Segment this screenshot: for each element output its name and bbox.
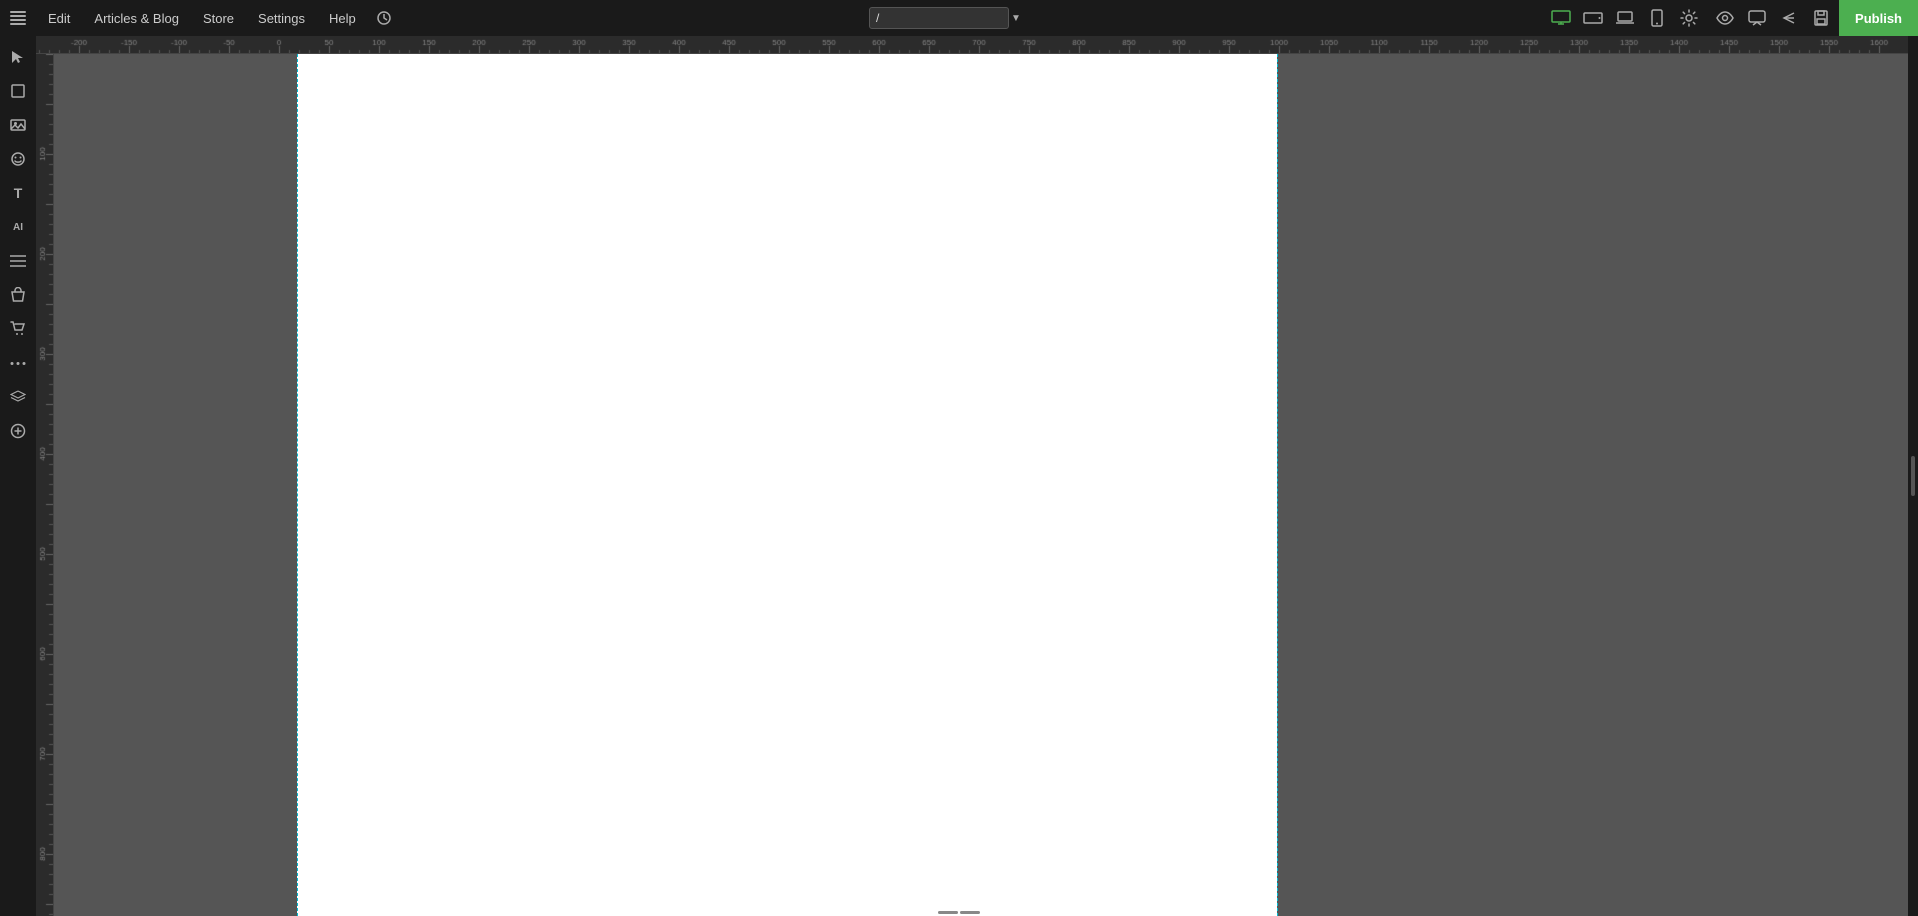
canvas-area[interactable] — [54, 54, 1908, 916]
vertical-ruler — [36, 54, 54, 916]
device-desktop[interactable] — [1547, 4, 1575, 32]
bottom-handle[interactable] — [929, 908, 989, 916]
menu-store[interactable]: Store — [191, 0, 246, 36]
tool-store[interactable] — [3, 280, 33, 310]
device-icons — [1547, 4, 1711, 32]
guide-line-left — [297, 54, 298, 916]
publish-button[interactable]: Publish — [1839, 0, 1918, 36]
bottom-handle-line-2 — [960, 911, 980, 914]
tool-section[interactable] — [3, 76, 33, 106]
menu-help[interactable]: Help — [317, 0, 368, 36]
device-tablet-landscape[interactable] — [1579, 4, 1607, 32]
tool-media[interactable] — [3, 110, 33, 140]
menu-edit[interactable]: Edit — [36, 0, 82, 36]
menu-settings[interactable]: Settings — [246, 0, 317, 36]
logo[interactable] — [0, 0, 36, 36]
tool-text[interactable]: T — [3, 178, 33, 208]
comments-icon[interactable] — [1743, 4, 1771, 32]
preview-icon[interactable] — [1711, 4, 1739, 32]
device-mobile[interactable] — [1643, 4, 1671, 32]
guide-line-right — [1277, 54, 1278, 916]
bottom-handle-line — [938, 911, 958, 914]
url-bar-container: ▼ — [869, 7, 1049, 29]
tool-add[interactable] — [3, 416, 33, 446]
tool-ai[interactable]: AI — [3, 212, 33, 242]
menu-articles[interactable]: Articles & Blog — [82, 0, 191, 36]
tool-layers[interactable] — [3, 382, 33, 412]
tool-menu[interactable] — [3, 246, 33, 276]
right-sidebar-handle[interactable] — [1911, 456, 1915, 496]
history-icon[interactable] — [368, 0, 400, 36]
horizontal-ruler — [36, 36, 1908, 54]
tool-more[interactable] — [3, 348, 33, 378]
device-laptop[interactable] — [1611, 4, 1639, 32]
left-sidebar: T AI — [0, 36, 36, 916]
save-icon[interactable] — [1807, 4, 1835, 32]
right-sidebar — [1908, 36, 1918, 916]
share-icon[interactable] — [1775, 4, 1803, 32]
tool-emoji[interactable] — [3, 144, 33, 174]
url-input[interactable] — [869, 7, 1009, 29]
header-right-icons — [1711, 4, 1839, 32]
device-settings-icon[interactable] — [1675, 4, 1703, 32]
page-canvas — [297, 54, 1277, 916]
menu-bar: Edit Articles & Blog Store Settings Help… — [0, 0, 1918, 36]
url-dropdown-icon[interactable]: ▼ — [1011, 13, 1021, 24]
tool-select[interactable] — [3, 42, 33, 72]
tool-cart[interactable] — [3, 314, 33, 344]
